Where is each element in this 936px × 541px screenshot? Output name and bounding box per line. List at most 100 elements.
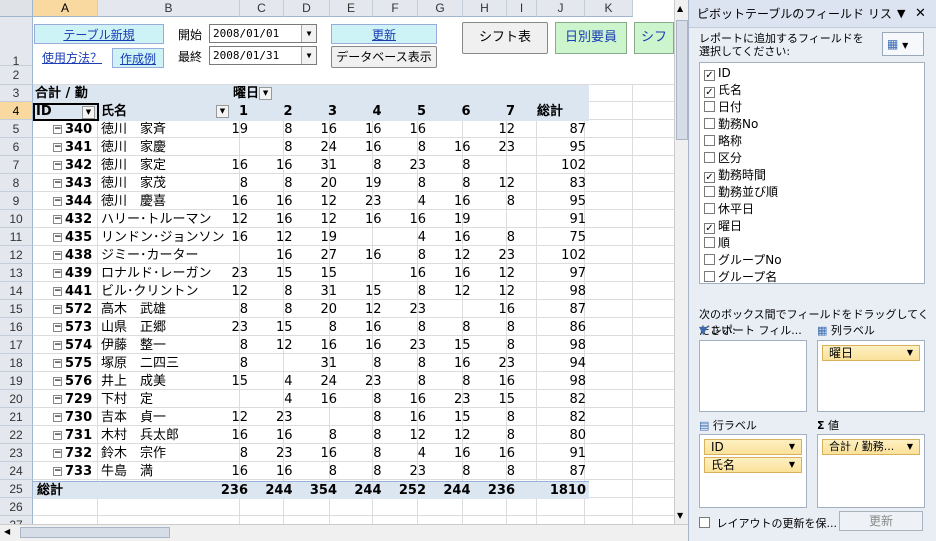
row-header[interactable]: 8 [0,174,33,192]
pivot-row-id[interactable]: −435 [53,229,99,247]
start-date-combo[interactable]: 2008/01/01 ▼ [209,24,317,43]
collapse-icon[interactable]: − [53,341,62,350]
column-header[interactable]: B [98,0,240,17]
filter-dropdown-icon[interactable]: ▼ [259,87,273,100]
pivot-row-id[interactable]: −733 [53,463,99,481]
spreadsheet[interactable]: ABCDEFGHIJK 1 2 3 4 5 6 7 8 9 10 11 12 13 14 15 16 17 18 1… [0,0,688,541]
collapse-icon[interactable]: − [53,431,62,440]
collapse-icon[interactable]: − [53,377,62,386]
pivot-row-id[interactable]: −342 [53,157,99,175]
row-header[interactable]: 15 [0,300,33,318]
collapse-icon[interactable]: − [53,467,62,476]
pivot-row-id[interactable]: −343 [53,175,99,193]
collapse-icon[interactable]: − [53,143,62,152]
pivot-row-id[interactable]: −439 [53,265,99,283]
field-item[interactable]: 区分 [704,150,742,167]
row-field-id[interactable]: ID ▼ [33,103,99,121]
chevron-down-icon[interactable]: ▼ [301,25,316,42]
row-header[interactable]: 12 [0,246,33,264]
pivot-row-id[interactable]: −573 [53,319,99,337]
database-show-button[interactable]: データベース表示 [331,46,437,68]
column-labels-area[interactable]: 曜日 ▼ [817,340,925,412]
horizontal-scrollbar[interactable]: ◀ [0,524,688,541]
pivot-row-id[interactable]: −575 [53,355,99,373]
column-header[interactable]: D [284,0,330,17]
pivot-row-id[interactable]: −341 [53,139,99,157]
values-area[interactable]: 合計 / 勤務... ▼ [817,434,925,508]
pivot-row-id[interactable]: −731 [53,427,99,445]
report-filter-area[interactable] [699,340,807,412]
scroll-left-icon[interactable]: ◀ [4,527,10,536]
collapse-icon[interactable]: − [53,305,62,314]
scroll-up-icon[interactable]: ▲ [677,4,686,13]
row-header[interactable]: 5 [0,120,33,138]
row-header[interactable]: 6 [0,138,33,156]
row-header[interactable]: 23 [0,444,33,462]
pane-update-button[interactable]: 更新 [839,511,923,531]
column-header[interactable]: I [507,0,537,17]
filter-dropdown-icon[interactable]: ▼ [82,106,95,119]
defer-update-checkbox[interactable]: レイアウトの更新を保... [699,515,837,531]
field-item[interactable]: ✓ 氏名 [704,82,742,99]
how-to-link[interactable]: 使用方法？ [36,48,108,68]
checkbox[interactable] [704,101,715,112]
field-item[interactable]: ✓ 勤務時間 [704,167,766,184]
pivot-row-id[interactable]: −574 [53,337,99,355]
collapse-icon[interactable]: − [53,215,62,224]
checkbox-checked[interactable]: ✓ [704,70,715,81]
checkbox[interactable] [704,203,715,214]
field-item[interactable]: 順 [704,235,730,252]
collapse-icon[interactable]: − [53,449,62,458]
pivot-col-field[interactable]: 曜日 ▼ [233,85,279,103]
row-header[interactable]: 1 [0,17,33,68]
collapse-icon[interactable]: − [53,395,62,404]
chevron-down-icon[interactable]: ▼ [301,47,316,64]
collapse-icon[interactable]: − [53,287,62,296]
column-header[interactable]: A [33,0,98,17]
checkbox[interactable] [704,135,715,146]
field-item[interactable]: グループNo [704,252,782,269]
column-header[interactable]: E [330,0,373,17]
row-header[interactable]: 13 [0,264,33,282]
collapse-icon[interactable]: − [53,323,62,332]
checkbox[interactable] [704,271,715,282]
field-item[interactable]: 略称 [704,133,742,150]
checkbox-checked[interactable]: ✓ [704,172,715,183]
row-header[interactable]: 21 [0,408,33,426]
row-header[interactable]: 17 [0,336,33,354]
layout-view-button[interactable]: ▦ ▼ [882,32,924,56]
row-header[interactable]: 10 [0,210,33,228]
row-tag-name[interactable]: 氏名 ▼ [704,457,802,473]
checkbox[interactable] [704,152,715,163]
row-header[interactable]: 11 [0,228,33,246]
row-header[interactable]: 16 [0,318,33,336]
pivot-row-id[interactable]: −732 [53,445,99,463]
collapse-icon[interactable]: − [53,359,62,368]
checkbox[interactable] [704,186,715,197]
field-list-box[interactable]: ✓ ID ✓ 氏名 日付 勤務No 略称 区分 ✓ 勤務時間 勤務並び順 休平日 ✓ 曜日順グループNo グ… [699,62,925,284]
column-header[interactable]: F [373,0,418,17]
checkbox-checked[interactable]: ✓ [704,223,715,234]
end-date-combo[interactable]: 2008/01/31 ▼ [209,46,317,65]
collapse-icon[interactable]: − [53,413,62,422]
checkbox[interactable] [704,118,715,129]
close-icon[interactable]: ✕ [915,0,926,28]
row-header[interactable]: 3 [0,85,33,102]
checkbox[interactable] [704,254,715,265]
pivot-row-id[interactable]: −441 [53,283,99,301]
update-button[interactable]: 更新 [331,24,437,44]
value-tag[interactable]: 合計 / 勤務... ▼ [822,439,920,455]
vertical-scrollbar[interactable]: ▲ ▼ [674,0,688,524]
field-item[interactable]: グループ名 [704,269,777,286]
column-header[interactable]: G [418,0,463,17]
row-header[interactable]: 18 [0,354,33,372]
collapse-icon[interactable]: − [53,179,62,188]
row-header[interactable]: 14 [0,282,33,300]
pivot-row-id[interactable]: −344 [53,193,99,211]
row-header[interactable]: 9 [0,192,33,210]
row-header[interactable]: 4 [0,102,33,120]
row-header[interactable]: 25 [0,480,33,498]
pivot-row-id[interactable]: −438 [53,247,99,265]
row-header[interactable]: 22 [0,426,33,444]
checkbox[interactable] [704,237,715,248]
